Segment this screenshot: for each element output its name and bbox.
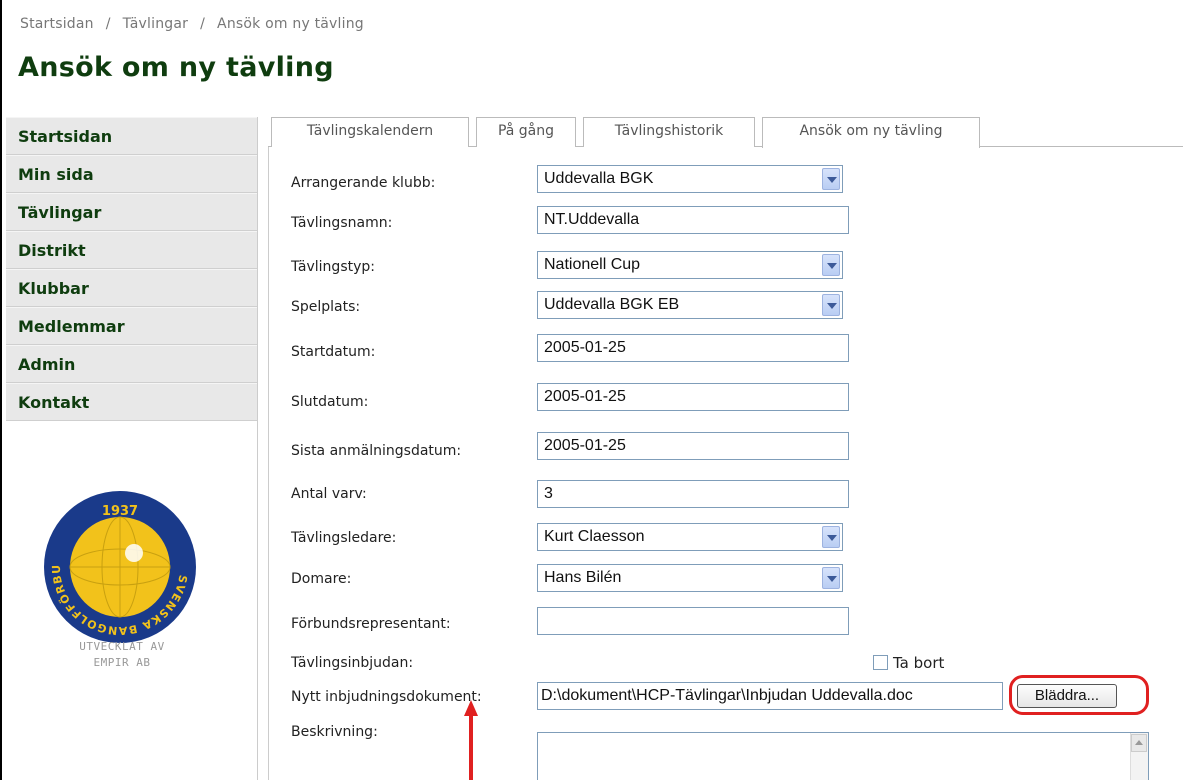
input-sista-anmalningsdatum[interactable]: 2005-01-25 xyxy=(537,432,849,460)
breadcrumb-separator: / xyxy=(105,16,111,32)
page-frame: Startsidan / Tävlingar / Ansök om ny tävling… xyxy=(0,0,1183,780)
input-slutdatum[interactable]: 2005-01-25 xyxy=(537,383,849,411)
chevron-down-icon[interactable] xyxy=(822,254,840,276)
remove-invitation-label[interactable]: Ta bort xyxy=(893,654,944,672)
input-tavlingsnamn[interactable]: NT.Uddevalla xyxy=(537,206,849,234)
sidebar-item-distrikt[interactable]: Distrikt xyxy=(6,231,257,269)
pointer-arrow-annotation xyxy=(464,700,478,780)
sidebar-item-tavlingar[interactable]: Tävlingar xyxy=(6,193,257,231)
sidebar-item-admin[interactable]: Admin xyxy=(6,345,257,383)
breadcrumb-item-current: Ansök om ny tävling xyxy=(217,16,364,32)
scroll-up-icon[interactable] xyxy=(1131,734,1147,752)
tab-ansok-om-ny-tavling[interactable]: Ansök om ny tävling xyxy=(762,117,980,148)
sidebar-item-medlemmar[interactable]: Medlemmar xyxy=(6,307,257,345)
tab-tavlingshistorik[interactable]: Tävlingshistorik xyxy=(583,117,755,147)
sidebar-item-startsidan[interactable]: Startsidan xyxy=(6,117,257,155)
label-arrangerande-klubb: Arrangerande klubb: xyxy=(291,175,436,191)
tab-bar: Tävlingskalendern På gång Tävlingshistor… xyxy=(268,117,1183,148)
label-forbundsrepresentant: Förbundsrepresentant: xyxy=(291,616,451,632)
label-tavlingstyp: Tävlingstyp: xyxy=(291,259,375,275)
select-domare[interactable]: Hans Bilén xyxy=(537,564,843,592)
label-spelplats: Spelplats: xyxy=(291,299,361,315)
select-tavlingstyp[interactable]: Nationell Cup xyxy=(537,251,843,279)
label-nytt-inbjudningsdokument: Nytt inbjudningsdokument: xyxy=(291,689,482,705)
breadcrumb: Startsidan / Tävlingar / Ansök om ny tävling xyxy=(20,16,364,32)
highlight-ring-annotation xyxy=(1009,675,1149,715)
sidebar-item-kontakt[interactable]: Kontakt xyxy=(6,383,257,421)
label-antal-varv: Antal varv: xyxy=(291,486,367,502)
tab-tavlingskalendern[interactable]: Tävlingskalendern xyxy=(271,117,469,147)
textarea-beskrivning[interactable] xyxy=(537,732,1149,780)
select-arrangerande-klubb[interactable]: Uddevalla BGK xyxy=(537,165,843,193)
page-title: Ansök om ny tävling xyxy=(18,52,334,83)
sidebar: Startsidan Min sida Tävlingar Distrikt K… xyxy=(6,117,258,780)
select-spelplats[interactable]: Uddevalla BGK EB xyxy=(537,291,843,319)
label-beskrivning: Beskrivning: xyxy=(291,724,378,740)
breadcrumb-item-tavlingar[interactable]: Tävlingar xyxy=(123,16,188,32)
input-forbundsrepresentant[interactable] xyxy=(537,607,849,635)
chevron-down-icon[interactable] xyxy=(822,168,840,190)
label-tavlingsinbjudan: Tävlingsinbjudan: xyxy=(291,655,414,671)
sidebar-item-min-sida[interactable]: Min sida xyxy=(6,155,257,193)
federation-logo: 1937 SVENSKA BANGOLFFÖRBUNDET xyxy=(37,479,198,645)
label-startdatum: Startdatum: xyxy=(291,344,376,360)
sidebar-item-klubbar[interactable]: Klubbar xyxy=(6,269,257,307)
logo-year: 1937 xyxy=(102,504,138,519)
tab-pa-gang[interactable]: På gång xyxy=(476,117,576,147)
label-domare: Domare: xyxy=(291,571,352,587)
label-slutdatum: Slutdatum: xyxy=(291,394,369,410)
chevron-down-icon[interactable] xyxy=(822,526,840,548)
developer-credit: UTVECKLAT AV EMPIR AB xyxy=(79,640,165,669)
breadcrumb-separator: / xyxy=(200,16,206,32)
input-startdatum[interactable]: 2005-01-25 xyxy=(537,334,849,362)
remove-invitation-checkbox[interactable] xyxy=(873,655,888,670)
select-tavlingsledare[interactable]: Kurt Claesson xyxy=(537,523,843,551)
chevron-down-icon[interactable] xyxy=(822,294,840,316)
chevron-down-icon[interactable] xyxy=(822,567,840,589)
application-form: Arrangerande klubb: Uddevalla BGK Tävlin… xyxy=(268,147,1183,780)
label-tavlingsnamn: Tävlingsnamn: xyxy=(291,215,393,231)
label-sista-anmalningsdatum: Sista anmälningsdatum: xyxy=(291,443,462,459)
breadcrumb-item-startsidan[interactable]: Startsidan xyxy=(20,16,94,32)
input-antal-varv[interactable]: 3 xyxy=(537,480,849,508)
file-path-input[interactable]: D:\dokument\HCP-Tävlingar\Inbjudan Uddev… xyxy=(537,682,1003,710)
label-tavlingsledare: Tävlingsledare: xyxy=(291,530,397,546)
